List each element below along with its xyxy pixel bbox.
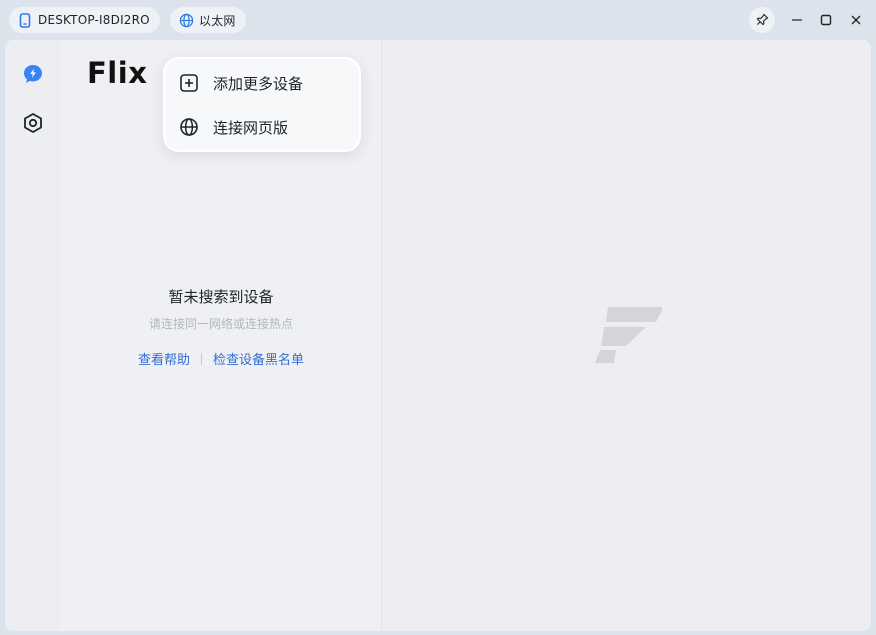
add-device-popup-menu: 添加更多设备 连接网页版 (163, 57, 361, 152)
pin-icon (756, 11, 769, 30)
empty-state-links: 查看帮助 检查设备黑名单 (61, 349, 381, 368)
device-chip[interactable]: DESKTOP-I8DI2RO (9, 7, 160, 33)
add-square-icon (178, 72, 200, 94)
content-panel (382, 40, 871, 631)
app-window: Flix 暂未搜索到设备 请连接同一网络或连接热点 查看帮助 检查设备黑名单 (5, 40, 871, 631)
flash-bubble-icon (22, 63, 44, 89)
globe-icon (178, 116, 200, 138)
link-separator (201, 353, 202, 365)
menu-item-label: 连接网页版 (213, 118, 289, 137)
minimize-button[interactable] (787, 10, 807, 30)
flix-watermark-icon (592, 306, 664, 370)
minimize-icon (791, 11, 803, 30)
menu-item-label: 添加更多设备 (213, 74, 304, 93)
title-bar: DESKTOP-I8DI2RO 以太网 (0, 0, 876, 40)
blacklist-link[interactable]: 检查设备黑名单 (213, 353, 304, 368)
phone-icon (17, 12, 33, 28)
sidebar-item-settings[interactable] (20, 112, 46, 138)
maximize-icon (820, 11, 832, 30)
sidebar-rail (5, 40, 61, 631)
app-logo: Flix (87, 56, 148, 90)
sidebar-item-transfer[interactable] (20, 63, 46, 89)
device-name: DESKTOP-I8DI2RO (38, 13, 150, 27)
settings-hexagon-icon (22, 112, 44, 138)
menu-item-add-device[interactable]: 添加更多设备 (165, 63, 359, 103)
globe-icon (178, 12, 194, 28)
network-chip[interactable]: 以太网 (170, 7, 246, 33)
pin-button[interactable] (749, 7, 775, 33)
empty-state-title: 暂未搜索到设备 (168, 288, 274, 306)
close-icon (850, 11, 862, 30)
help-link[interactable]: 查看帮助 (138, 353, 190, 368)
menu-item-web-version[interactable]: 连接网页版 (165, 107, 359, 147)
empty-state-subtitle: 请连接同一网络或连接热点 (148, 317, 293, 331)
close-button[interactable] (846, 10, 866, 30)
maximize-button[interactable] (816, 10, 836, 30)
network-name: 以太网 (199, 13, 236, 28)
